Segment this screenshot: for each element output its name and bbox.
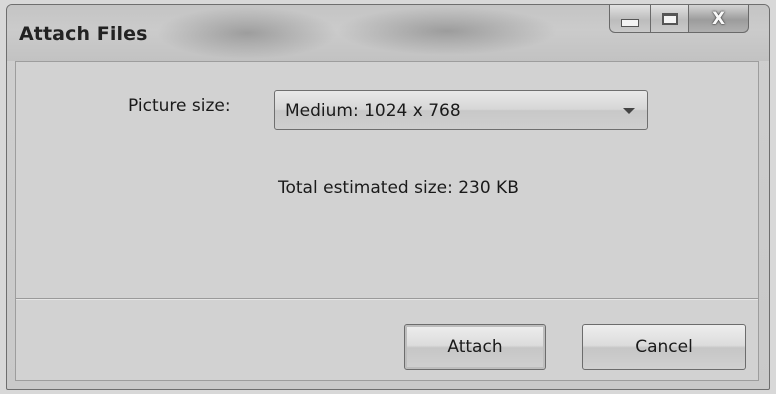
divider <box>16 298 758 300</box>
title-bar[interactable]: Attach Files X <box>7 5 769 61</box>
minimize-button[interactable] <box>609 5 651 33</box>
attach-files-dialog: Attach Files X Picture size: Medium: 102… <box>6 4 770 390</box>
maximize-button[interactable] <box>651 5 689 33</box>
minimize-icon <box>621 18 639 27</box>
chevron-down-icon <box>623 108 635 114</box>
dialog-content: Picture size: Medium: 1024 x 768 Total e… <box>15 61 759 381</box>
close-button[interactable]: X <box>689 5 749 33</box>
picture-size-dropdown[interactable]: Medium: 1024 x 768 <box>274 90 648 130</box>
cancel-button[interactable]: Cancel <box>582 324 746 370</box>
caption-buttons: X <box>609 5 749 33</box>
picture-size-value: Medium: 1024 x 768 <box>285 101 461 121</box>
maximize-icon <box>661 12 678 25</box>
attach-button-label: Attach <box>447 337 503 357</box>
cancel-button-label: Cancel <box>635 337 693 357</box>
estimated-size-text: Total estimated size: 230 KB <box>278 178 519 198</box>
picture-size-label: Picture size: <box>128 96 231 116</box>
close-icon: X <box>711 8 726 29</box>
attach-button[interactable]: Attach <box>404 324 546 370</box>
window-title: Attach Files <box>19 23 148 45</box>
